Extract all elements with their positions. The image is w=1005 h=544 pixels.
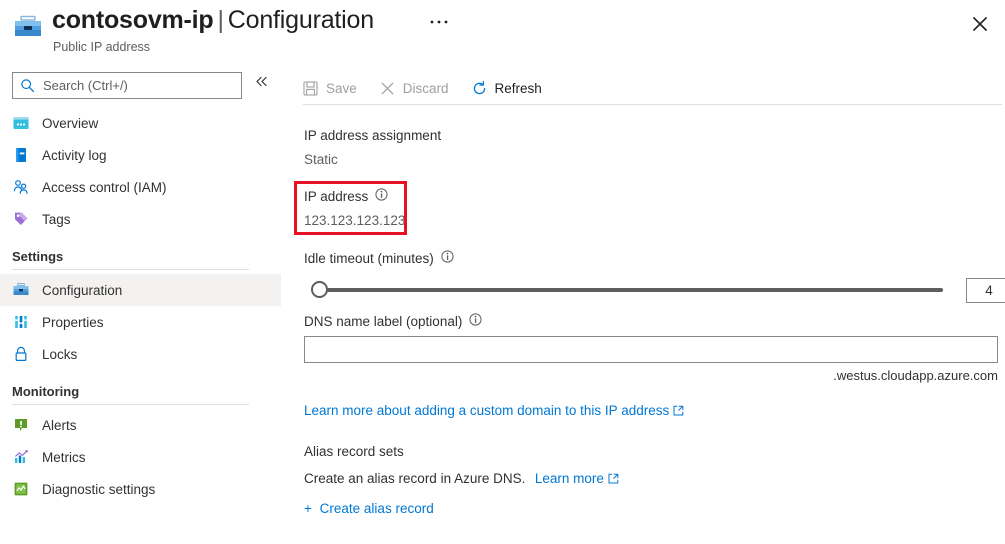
search-icon — [20, 78, 35, 98]
overview-icon — [12, 114, 30, 132]
sidebar-item-label: Diagnostic settings — [42, 482, 155, 497]
nav-group-title: Monitoring — [0, 384, 281, 404]
sidebar-item-label: Locks — [42, 347, 77, 362]
close-icon[interactable] — [966, 10, 994, 38]
activity-log-icon — [12, 146, 30, 164]
slider-track[interactable] — [314, 288, 943, 292]
plus-icon: + — [304, 501, 312, 516]
info-icon[interactable] — [375, 188, 388, 204]
sidebar-item-label: Tags — [42, 212, 71, 227]
custom-domain-link-text: Learn more about adding a custom domain … — [304, 403, 669, 418]
command-bar-divider — [303, 104, 1002, 105]
alias-record-description-row: Create an alias record in Azure DNS. Lea… — [304, 470, 619, 488]
external-link-icon — [673, 404, 684, 419]
ip-assignment-field: IP address assignment Static — [304, 128, 441, 167]
sidebar-item-label: Overview — [42, 116, 98, 131]
blade-name: Configuration — [228, 6, 374, 34]
slider-thumb[interactable] — [311, 281, 328, 298]
alias-record-description: Create an alias record in Azure DNS. — [304, 471, 525, 486]
nav-group-divider — [12, 404, 249, 405]
resource-name: contosovm-ip — [52, 6, 214, 34]
external-link-icon — [608, 472, 619, 487]
configuration-pane: Save Discard Refresh — [290, 64, 1005, 544]
nav-group-divider — [12, 269, 249, 270]
alias-learn-more-link[interactable]: Learn more — [535, 471, 619, 486]
ip-address-field: IP address 123.123.123.123 — [304, 188, 405, 228]
nav-group-settings: Settings Configuration — [0, 249, 281, 370]
idle-timeout-label-text: Idle timeout (minutes) — [304, 251, 434, 266]
refresh-button[interactable]: Refresh — [459, 73, 552, 103]
sidebar-item-metrics[interactable]: Metrics — [0, 441, 281, 473]
locks-icon — [12, 345, 30, 363]
page-title: contosovm-ip|Configuration — [52, 6, 374, 35]
more-options-button[interactable] — [425, 12, 453, 36]
diagnostic-settings-icon — [12, 480, 30, 498]
dns-name-label-text: DNS name label (optional) — [304, 314, 462, 329]
custom-domain-link[interactable]: Learn more about adding a custom domain … — [304, 403, 684, 418]
discard-icon — [379, 80, 396, 97]
sidebar-item-tags[interactable]: Tags — [0, 203, 281, 235]
nav-group-title: Settings — [0, 249, 281, 269]
save-label: Save — [326, 81, 357, 96]
alias-record-sets-heading: Alias record sets — [304, 444, 404, 459]
nav-list: Overview Activity log — [0, 107, 290, 505]
sidebar-item-label: Activity log — [42, 148, 107, 163]
nav-group-monitoring: Monitoring Alerts — [0, 384, 281, 505]
idle-timeout-label: Idle timeout (minutes) — [304, 250, 454, 266]
sidebar-item-diagnostic-settings[interactable]: Diagnostic settings — [0, 473, 281, 505]
ip-address-label-text: IP address — [304, 189, 368, 204]
custom-domain-link-row: Learn more about adding a custom domain … — [304, 402, 684, 420]
ip-assignment-label: IP address assignment — [304, 128, 441, 143]
dns-name-label-field: DNS name label (optional) — [304, 313, 482, 329]
access-control-icon — [12, 178, 30, 196]
ip-assignment-value: Static — [304, 152, 441, 167]
create-alias-record-label: Create alias record — [320, 501, 434, 516]
sidebar-item-label: Access control (IAM) — [42, 180, 167, 195]
idle-timeout-input[interactable] — [966, 278, 1005, 303]
sidebar-item-configuration[interactable]: Configuration — [0, 274, 281, 306]
azure-portal-blade: contosovm-ip|Configuration Public IP add… — [0, 0, 1005, 544]
save-icon — [302, 80, 319, 97]
sidebar-item-access-control[interactable]: Access control (IAM) — [0, 171, 281, 203]
save-button[interactable]: Save — [290, 73, 367, 103]
collapse-menu-icon[interactable] — [254, 75, 269, 91]
create-alias-record-link[interactable]: + Create alias record — [304, 501, 434, 516]
dns-name-label: DNS name label (optional) — [304, 313, 482, 329]
metrics-icon — [12, 448, 30, 466]
refresh-icon — [471, 80, 488, 97]
alerts-icon — [12, 416, 30, 434]
title-separator: | — [214, 6, 228, 34]
sidebar-item-label: Configuration — [42, 283, 122, 298]
sidebar-item-alerts[interactable]: Alerts — [0, 409, 281, 441]
discard-label: Discard — [403, 81, 449, 96]
sidebar-item-overview[interactable]: Overview — [0, 107, 281, 139]
sidebar-item-locks[interactable]: Locks — [0, 338, 281, 370]
search-box[interactable] — [12, 72, 242, 99]
resource-type-subtitle: Public IP address — [53, 40, 150, 54]
sidebar-item-label: Metrics — [42, 450, 86, 465]
ip-address-value: 123.123.123.123 — [304, 213, 405, 228]
ip-address-label: IP address — [304, 188, 405, 204]
idle-timeout-slider-row — [304, 273, 998, 305]
dns-name-input[interactable] — [304, 336, 998, 363]
resource-menu: Overview Activity log — [0, 64, 290, 544]
configuration-icon — [12, 281, 30, 299]
alias-learn-more-text: Learn more — [535, 471, 604, 486]
info-icon[interactable] — [469, 313, 482, 329]
command-bar: Save Discard Refresh — [290, 72, 552, 104]
idle-timeout-field: Idle timeout (minutes) — [304, 250, 454, 266]
tags-icon — [12, 210, 30, 228]
refresh-label: Refresh — [495, 81, 542, 96]
properties-icon — [12, 313, 30, 331]
create-alias-record-button[interactable]: + Create alias record — [304, 500, 434, 518]
dns-suffix-label: .westus.cloudapp.azure.com — [304, 368, 998, 383]
discard-button[interactable]: Discard — [367, 73, 459, 103]
sidebar-item-label: Properties — [42, 315, 104, 330]
search-input[interactable] — [41, 73, 239, 98]
info-icon[interactable] — [441, 250, 454, 266]
sidebar-item-properties[interactable]: Properties — [0, 306, 281, 338]
sidebar-item-activity-log[interactable]: Activity log — [0, 139, 281, 171]
sidebar-item-label: Alerts — [42, 418, 77, 433]
public-ip-address-icon — [13, 14, 43, 40]
